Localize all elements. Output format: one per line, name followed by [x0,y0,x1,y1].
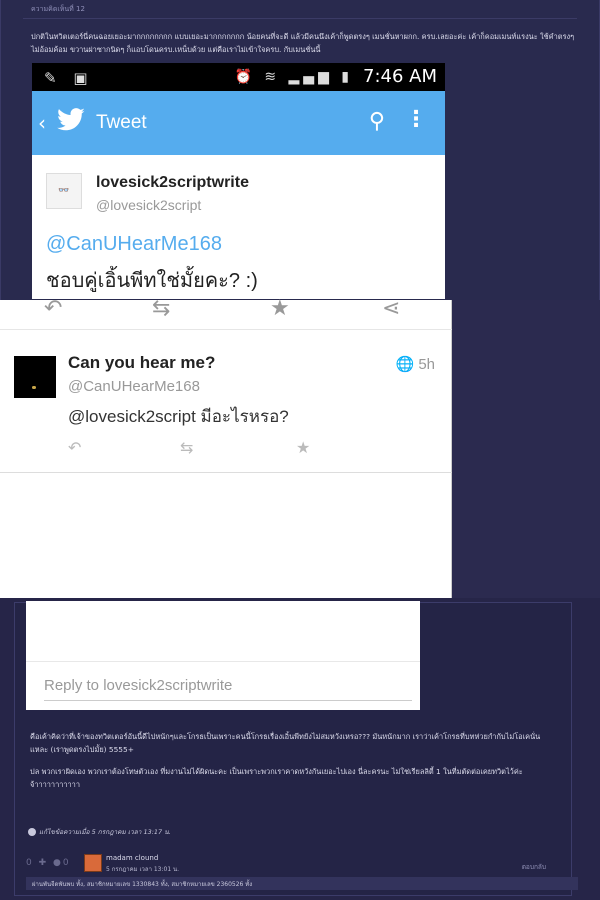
user-name[interactable]: madam clound [106,854,158,862]
retweet-icon[interactable]: ⇆ [180,438,193,457]
edit-icon [28,828,36,836]
reply-tweet-card: ↶ ⇆ ★ ⋖ Can you hear me? @CanUHearMe168 … [0,296,452,598]
reply-link[interactable]: ตอบกลับ [522,862,546,872]
forum-comment-top: ความคิดเห็นที่ 12 ปกติในทวิตเตอร์นี่คนฉอ… [0,0,600,300]
retweet-icon[interactable]: ⇆ [152,296,170,321]
app-bar: ‹ Tweet ⚲ ⋮ [32,91,445,155]
tweet-actions: ↶ ⇆ ★ [68,438,328,460]
divider [23,18,577,19]
reply-box: Reply to lovesick2scriptwrite [26,601,420,710]
globe-icon: 🌐 [395,356,415,373]
vote-controls[interactable]: 0 ✚ ●0 [26,858,71,868]
divider [26,661,420,662]
avatar[interactable] [84,854,102,872]
tweet-mention[interactable]: @CanUHearMe168 [46,233,222,256]
tweet-author-name[interactable]: lovesick2scriptwrite [96,174,249,192]
twitter-bird-icon [57,108,85,131]
tweet-mention[interactable]: @lovesick2script [68,407,196,426]
tweet-author-handle[interactable]: @lovesick2script [96,197,201,213]
favorite-icon[interactable]: ★ [270,296,290,321]
share-icon[interactable]: ⋖ [382,296,400,321]
search-icon[interactable]: ⚲ [369,109,385,134]
status-right: ⏰ ≋ ▂▄▆ ▮ 7:46 AM [234,66,437,87]
tweet-text: @lovesick2script มีอะไรหรอ? [68,407,289,426]
favorite-icon[interactable]: ★ [296,438,310,457]
post-date: 5 กรกฎาคม เวลา 13:01 น. [106,866,180,873]
tweet-actions: ↶ ⇆ ★ ⋖ [0,296,452,330]
signal-icons: ⏰ ≋ ▂▄▆ ▮ [234,68,353,85]
reply-input[interactable]: Reply to lovesick2scriptwrite [44,677,412,701]
status-bar: ✎ ▣ ⏰ ≋ ▂▄▆ ▮ 7:46 AM [32,63,445,91]
comment-text: คือเค้าคิดว่าที่เจ้าของทวิตเตอร์อันนี้ดี… [30,732,541,789]
app-title: Tweet [96,112,147,133]
edited-note: แก้ไขข้อความเมื่อ 5 กรกฎาคม เวลา 13:17 น… [28,827,171,837]
avatar[interactable] [14,356,56,398]
clock: 7:46 AM [363,66,437,87]
liked-by-bar: ผ่านพันจีดพันพบ ทั้ง, สมาชิกหมายเลข 1330… [26,877,578,890]
tweet-text: ชอบคู่เอิ้นพีทใช่มั้ยคะ? :) [46,270,258,292]
tweet-author-name[interactable]: Can you hear me? [68,353,215,373]
forum-post-text: ปกติในทวิตเตอร์นี่คนฉอยเยอะมากกกกกกกก แบ… [31,32,575,54]
notification-icons: ✎ ▣ [44,69,94,87]
avatar[interactable]: 👓 [46,173,82,209]
twitter-screenshot: ✎ ▣ ⏰ ≋ ▂▄▆ ▮ 7:46 AM ‹ Tweet ⚲ ⋮ 👓 love… [32,63,445,299]
reply-icon[interactable]: ↶ [68,438,81,457]
more-icon[interactable]: ⋮ [405,107,427,132]
tweet-author-handle[interactable]: @CanUHearMe168 [68,378,200,395]
back-icon[interactable]: ‹ [38,111,46,135]
tweet-time: 🌐 5h [395,356,435,373]
comment-number: ความคิดเห็นที่ 12 [31,5,85,13]
reply-icon[interactable]: ↶ [44,296,62,321]
divider [0,472,452,473]
comment-meta: 0 ✚ ●0 madam clound 5 กรกฎาคม เวลา 13:01… [26,852,576,876]
